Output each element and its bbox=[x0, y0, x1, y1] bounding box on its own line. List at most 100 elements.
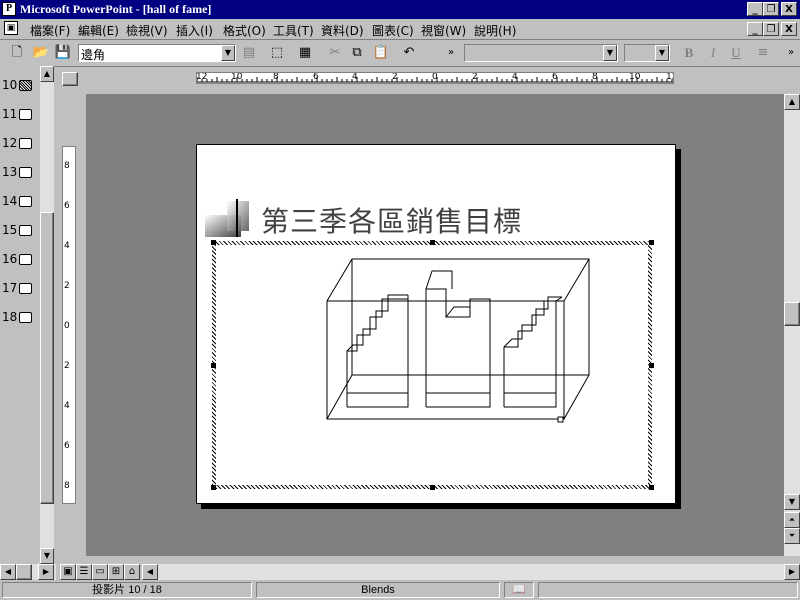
document-icon[interactable]: ▣ bbox=[4, 21, 18, 35]
resize-handle[interactable] bbox=[649, 485, 654, 490]
resize-handle[interactable] bbox=[211, 363, 216, 368]
open-folder-icon[interactable]: 📂 bbox=[32, 44, 50, 62]
slide-view-icon[interactable]: ▭ bbox=[92, 564, 108, 580]
menu-format[interactable]: 格式(O) bbox=[223, 22, 266, 39]
chevron-down-icon[interactable]: ▼ bbox=[655, 45, 669, 61]
normal-view-icon[interactable]: ▣ bbox=[60, 564, 76, 580]
slide-outline-pane: 10 11 12 13 14 15 16 17 18 bbox=[0, 66, 40, 564]
outline-slide-12[interactable]: 12 bbox=[2, 136, 33, 150]
undo-icon[interactable]: ↶ bbox=[400, 44, 418, 62]
chevron-down-icon[interactable]: ▼ bbox=[603, 45, 617, 61]
paste-icon[interactable]: 📋 bbox=[372, 44, 390, 62]
new-file-icon[interactable]: 🗋 bbox=[8, 44, 26, 62]
next-slide-icon[interactable]: ⏷ bbox=[784, 528, 800, 544]
outline-view-icon[interactable]: ☰ bbox=[76, 564, 92, 580]
scroll-up-icon[interactable]: ▲ bbox=[784, 94, 800, 110]
scroll-thumb[interactable] bbox=[40, 212, 54, 504]
menu-help[interactable]: 說明(H) bbox=[474, 22, 516, 39]
slide-show-icon[interactable]: ⌂ bbox=[124, 564, 140, 580]
menu-file[interactable]: 檔案(F) bbox=[30, 22, 70, 39]
menu-tools[interactable]: 工具(T) bbox=[273, 22, 314, 39]
scroll-left-icon[interactable]: ◀ bbox=[142, 564, 158, 580]
resize-handle[interactable] bbox=[430, 240, 435, 245]
close-button[interactable]: X bbox=[781, 2, 797, 16]
outline-slide-15[interactable]: 15 bbox=[2, 223, 33, 237]
scroll-down-icon[interactable]: ▼ bbox=[784, 494, 800, 510]
ruler-label: 10 bbox=[629, 72, 641, 82]
italic-button[interactable]: I bbox=[704, 44, 722, 62]
restore-button[interactable]: ❐ bbox=[763, 2, 779, 16]
resize-handle[interactable] bbox=[211, 240, 216, 245]
cut-icon[interactable]: ✂ bbox=[326, 44, 344, 62]
slide-icon bbox=[19, 109, 33, 120]
outline-scrollbar[interactable]: ▲ ▼ bbox=[40, 66, 54, 564]
doc-restore-button[interactable]: ❐ bbox=[763, 22, 779, 36]
doc-minimize-button[interactable]: _ bbox=[747, 22, 763, 36]
font-size-select[interactable]: ▼ bbox=[624, 44, 670, 62]
outline-slide-11[interactable]: 11 bbox=[2, 107, 33, 121]
menu-data[interactable]: 資料(D) bbox=[321, 22, 364, 39]
scroll-right-icon[interactable]: ▶ bbox=[784, 564, 800, 580]
slide-number: 11 bbox=[2, 107, 18, 121]
resize-handle[interactable] bbox=[649, 240, 654, 245]
menu-insert[interactable]: 插入(I) bbox=[176, 22, 213, 39]
window-title: Microsoft PowerPoint - [hall of fame] bbox=[20, 2, 212, 16]
copy-icon[interactable]: ⧉ bbox=[348, 44, 366, 62]
import-file-icon[interactable]: ⬚ bbox=[268, 44, 286, 62]
slide-scrollbar[interactable]: ▲ ▼ ⏶ ⏷ bbox=[784, 94, 800, 556]
view-bar: ▣ ☰ ▭ ⊞ ⌂ ◀ ▶ bbox=[58, 564, 800, 580]
menu-chart[interactable]: 圖表(C) bbox=[372, 22, 414, 39]
font-select[interactable]: ▼ bbox=[464, 44, 618, 62]
outline-h-scrollbar[interactable]: ◀ ▶ bbox=[0, 564, 56, 580]
doc-close-button[interactable]: X bbox=[781, 22, 797, 36]
more-buttons-icon[interactable]: » bbox=[782, 44, 800, 62]
outline-slide-18[interactable]: 18 bbox=[2, 310, 33, 324]
ruler-label: 4 bbox=[64, 401, 70, 411]
format-painter-icon[interactable]: ▤ bbox=[240, 44, 258, 62]
slide-canvas[interactable]: 第三季各區銷售目標 bbox=[196, 144, 676, 504]
minimize-button[interactable]: _ bbox=[747, 2, 763, 16]
scroll-thumb[interactable] bbox=[16, 564, 32, 580]
menu-edit[interactable]: 編輯(E) bbox=[78, 22, 119, 39]
slide-icon bbox=[19, 283, 33, 294]
scroll-left-icon[interactable]: ◀ bbox=[0, 564, 16, 580]
resize-handle[interactable] bbox=[211, 485, 216, 490]
resize-handle[interactable] bbox=[430, 485, 435, 490]
previous-slide-icon[interactable]: ⏶ bbox=[784, 512, 800, 528]
title-bar: P Microsoft PowerPoint - [hall of fame] … bbox=[0, 0, 800, 19]
h-scroll-track[interactable] bbox=[158, 564, 784, 580]
resize-handle[interactable] bbox=[649, 363, 654, 368]
slide-number: 16 bbox=[2, 252, 18, 266]
chevron-down-icon[interactable]: ▼ bbox=[221, 45, 235, 61]
status-empty bbox=[538, 582, 798, 598]
ruler-corner bbox=[62, 72, 78, 86]
app-icon[interactable]: P bbox=[2, 2, 16, 16]
outline-slide-17[interactable]: 17 bbox=[2, 281, 33, 295]
spelling-status-icon[interactable]: 📖 bbox=[504, 582, 534, 598]
scroll-right-icon[interactable]: ▶ bbox=[38, 564, 54, 580]
outline-slide-10[interactable]: 10 bbox=[2, 78, 33, 92]
bold-button[interactable]: B bbox=[680, 44, 698, 62]
slide-icon bbox=[19, 312, 33, 323]
scroll-thumb[interactable] bbox=[784, 302, 800, 326]
design-template-name: Blends bbox=[256, 582, 500, 598]
more-buttons-icon[interactable]: » bbox=[442, 44, 460, 62]
datasheet-icon[interactable]: ▦ bbox=[296, 44, 314, 62]
ruler-label: 4 bbox=[512, 72, 518, 82]
outline-slide-14[interactable]: 14 bbox=[2, 194, 33, 208]
style-select[interactable]: 邊角 ▼ bbox=[78, 44, 236, 62]
resize-handle[interactable] bbox=[557, 416, 564, 423]
3d-chart-wireframe[interactable] bbox=[322, 255, 597, 425]
save-icon[interactable]: 💾 bbox=[54, 44, 72, 62]
align-left-icon[interactable]: ≡ bbox=[754, 44, 772, 62]
slide-title[interactable]: 第三季各區銷售目標 bbox=[261, 200, 522, 240]
slide-icon bbox=[19, 80, 33, 91]
outline-slide-16[interactable]: 16 bbox=[2, 252, 33, 266]
scroll-down-icon[interactable]: ▼ bbox=[40, 548, 54, 564]
scroll-up-icon[interactable]: ▲ bbox=[40, 66, 54, 82]
menu-window[interactable]: 視窗(W) bbox=[421, 22, 466, 39]
underline-button[interactable]: U bbox=[727, 44, 745, 62]
menu-view[interactable]: 檢視(V) bbox=[126, 22, 168, 39]
slide-sorter-icon[interactable]: ⊞ bbox=[108, 564, 124, 580]
outline-slide-13[interactable]: 13 bbox=[2, 165, 33, 179]
